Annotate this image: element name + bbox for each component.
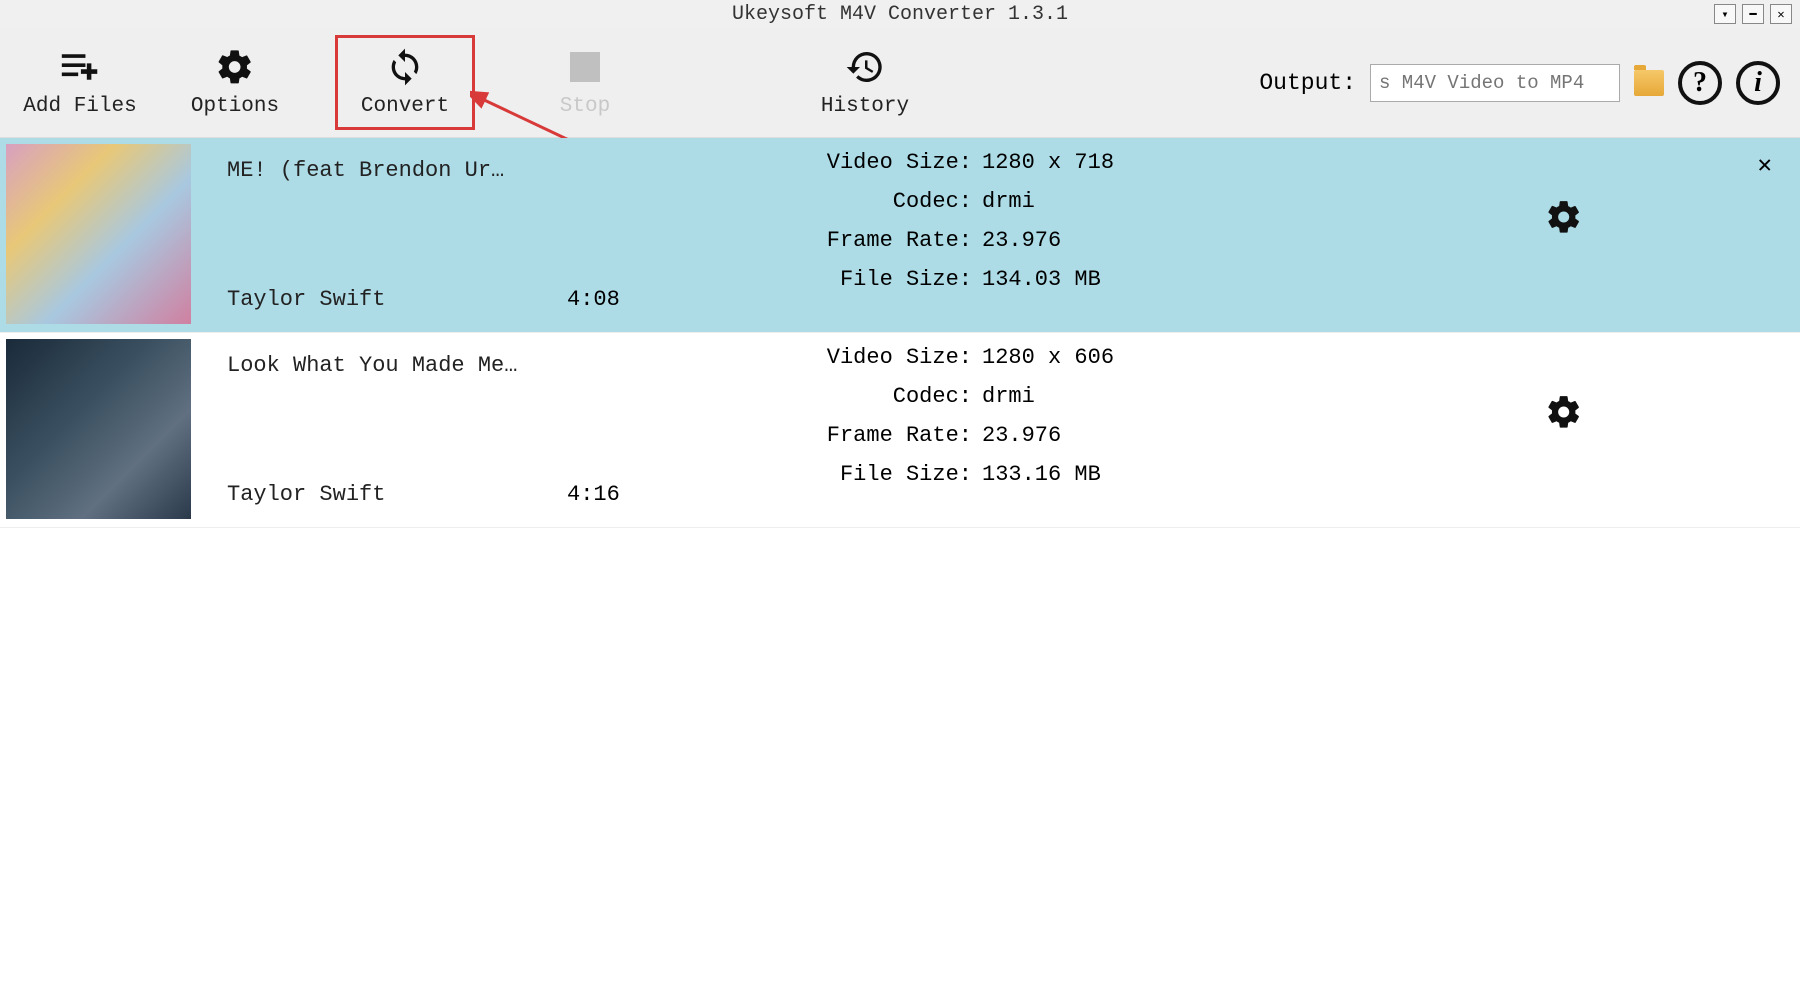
file-row[interactable]: ME! (feat Brendon Ur… Taylor Swift 4:08 … [0,138,1800,333]
output-path-input[interactable] [1370,64,1620,102]
frame-rate-label: Frame Rate: [807,423,972,448]
dropdown-button[interactable]: ▾ [1714,4,1736,24]
help-button[interactable]: ? [1678,61,1722,105]
file-size-label: File Size: [807,267,972,292]
video-size-label: Video Size: [807,150,972,175]
file-duration: 4:08 [567,138,807,332]
video-size-value: 1280 x 606 [982,345,1114,370]
browse-folder-button[interactable] [1634,70,1664,96]
history-icon [845,47,885,87]
output-label: Output: [1259,70,1356,96]
file-size-label: File Size: [807,462,972,487]
minimize-button[interactable]: ━ [1742,4,1764,24]
row-actions: ✕ [1500,138,1800,332]
stop-label: Stop [560,95,610,118]
info-button[interactable]: i [1736,61,1780,105]
stop-icon [565,47,605,87]
options-label: Options [191,95,279,118]
file-meta: Look What You Made Me… Taylor Swift [197,333,567,527]
window-controls: ▾ ━ ✕ [1714,4,1792,24]
codec-label: Codec: [807,384,972,409]
file-artist: Taylor Swift [227,287,567,312]
add-files-label: Add Files [23,95,136,118]
thumbnail [6,339,191,519]
file-duration: 4:16 [567,333,807,527]
stop-button: Stop [525,35,645,130]
gear-icon [215,47,255,87]
toolbar: Add Files Options Convert Stop [0,28,1800,138]
codec-value: drmi [982,384,1035,409]
app-window: Ukeysoft M4V Converter 1.3.1 ▾ ━ ✕ Add F… [0,0,1800,1000]
convert-button[interactable]: Convert [335,35,475,130]
convert-icon [385,47,425,87]
row-actions [1500,333,1800,527]
file-title: Look What You Made Me… [227,353,567,378]
video-size-label: Video Size: [807,345,972,370]
file-title: ME! (feat Brendon Ur… [227,158,567,183]
row-remove-button[interactable]: ✕ [1758,150,1772,180]
titlebar: Ukeysoft M4V Converter 1.3.1 ▾ ━ ✕ [0,0,1800,28]
thumbnail [6,144,191,324]
history-label: History [821,95,909,118]
frame-rate-value: 23.976 [982,423,1061,448]
frame-rate-value: 23.976 [982,228,1061,253]
file-info: Video Size: 1280 x 606 Codec: drmi Frame R… [807,333,1500,527]
window-title: Ukeysoft M4V Converter 1.3.1 [732,3,1068,26]
add-files-icon [60,47,100,87]
close-window-button[interactable]: ✕ [1770,4,1792,24]
file-size-value: 134.03 MB [982,267,1101,292]
codec-value: drmi [982,189,1035,214]
frame-rate-label: Frame Rate: [807,228,972,253]
output-area: Output: ? i [1259,61,1780,105]
file-meta: ME! (feat Brendon Ur… Taylor Swift [197,138,567,332]
convert-label: Convert [361,95,449,118]
file-artist: Taylor Swift [227,482,567,507]
codec-label: Codec: [807,189,972,214]
add-files-button[interactable]: Add Files [20,35,140,130]
row-settings-button[interactable] [1545,198,1583,236]
file-row[interactable]: Look What You Made Me… Taylor Swift 4:16… [0,333,1800,528]
file-size-value: 133.16 MB [982,462,1101,487]
video-size-value: 1280 x 718 [982,150,1114,175]
file-list: ME! (feat Brendon Ur… Taylor Swift 4:08 … [0,138,1800,1000]
file-info: Video Size: 1280 x 718 Codec: drmi Frame R… [807,138,1500,332]
row-settings-button[interactable] [1545,393,1583,431]
options-button[interactable]: Options [175,35,295,130]
history-button[interactable]: History [805,35,925,130]
